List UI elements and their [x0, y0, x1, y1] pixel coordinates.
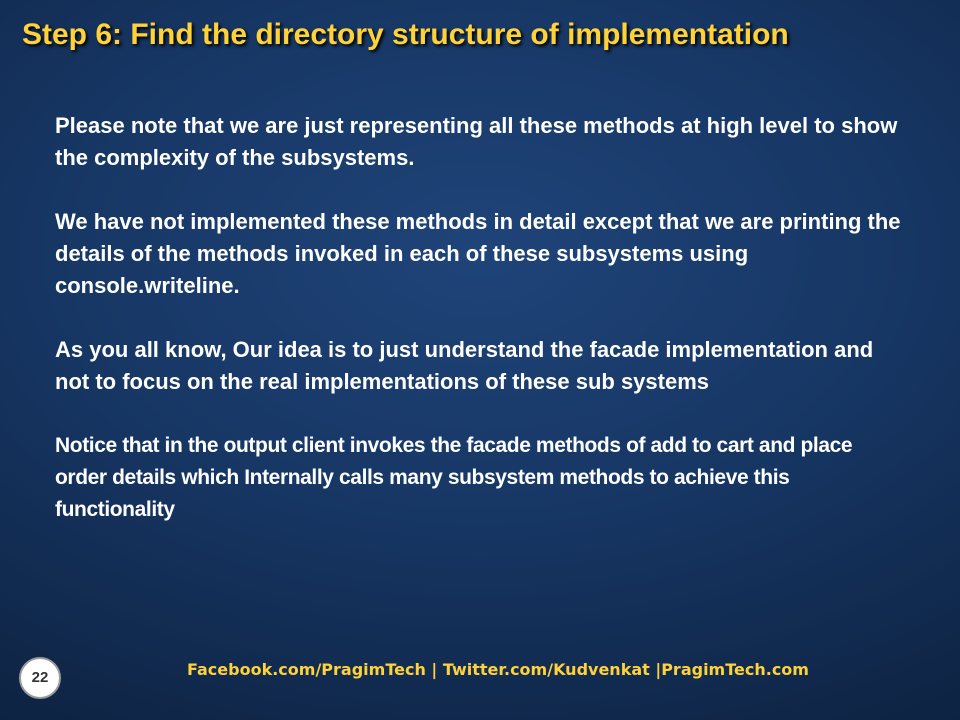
- slide-title: Step 6: Find the directory structure of …: [22, 18, 789, 51]
- body-paragraph: Please note that we are just representin…: [55, 113, 898, 170]
- body-paragraph: We have not implemented these methods in…: [55, 209, 901, 298]
- slide-body: Please note that we are just representin…: [55, 110, 905, 526]
- body-paragraph: As you all know, Our idea is to just und…: [55, 337, 874, 394]
- body-paragraph: Notice that in the output client invokes…: [55, 434, 853, 521]
- slide-footer: Facebook.com/PragimTech | Twitter.com/Ku…: [187, 660, 809, 679]
